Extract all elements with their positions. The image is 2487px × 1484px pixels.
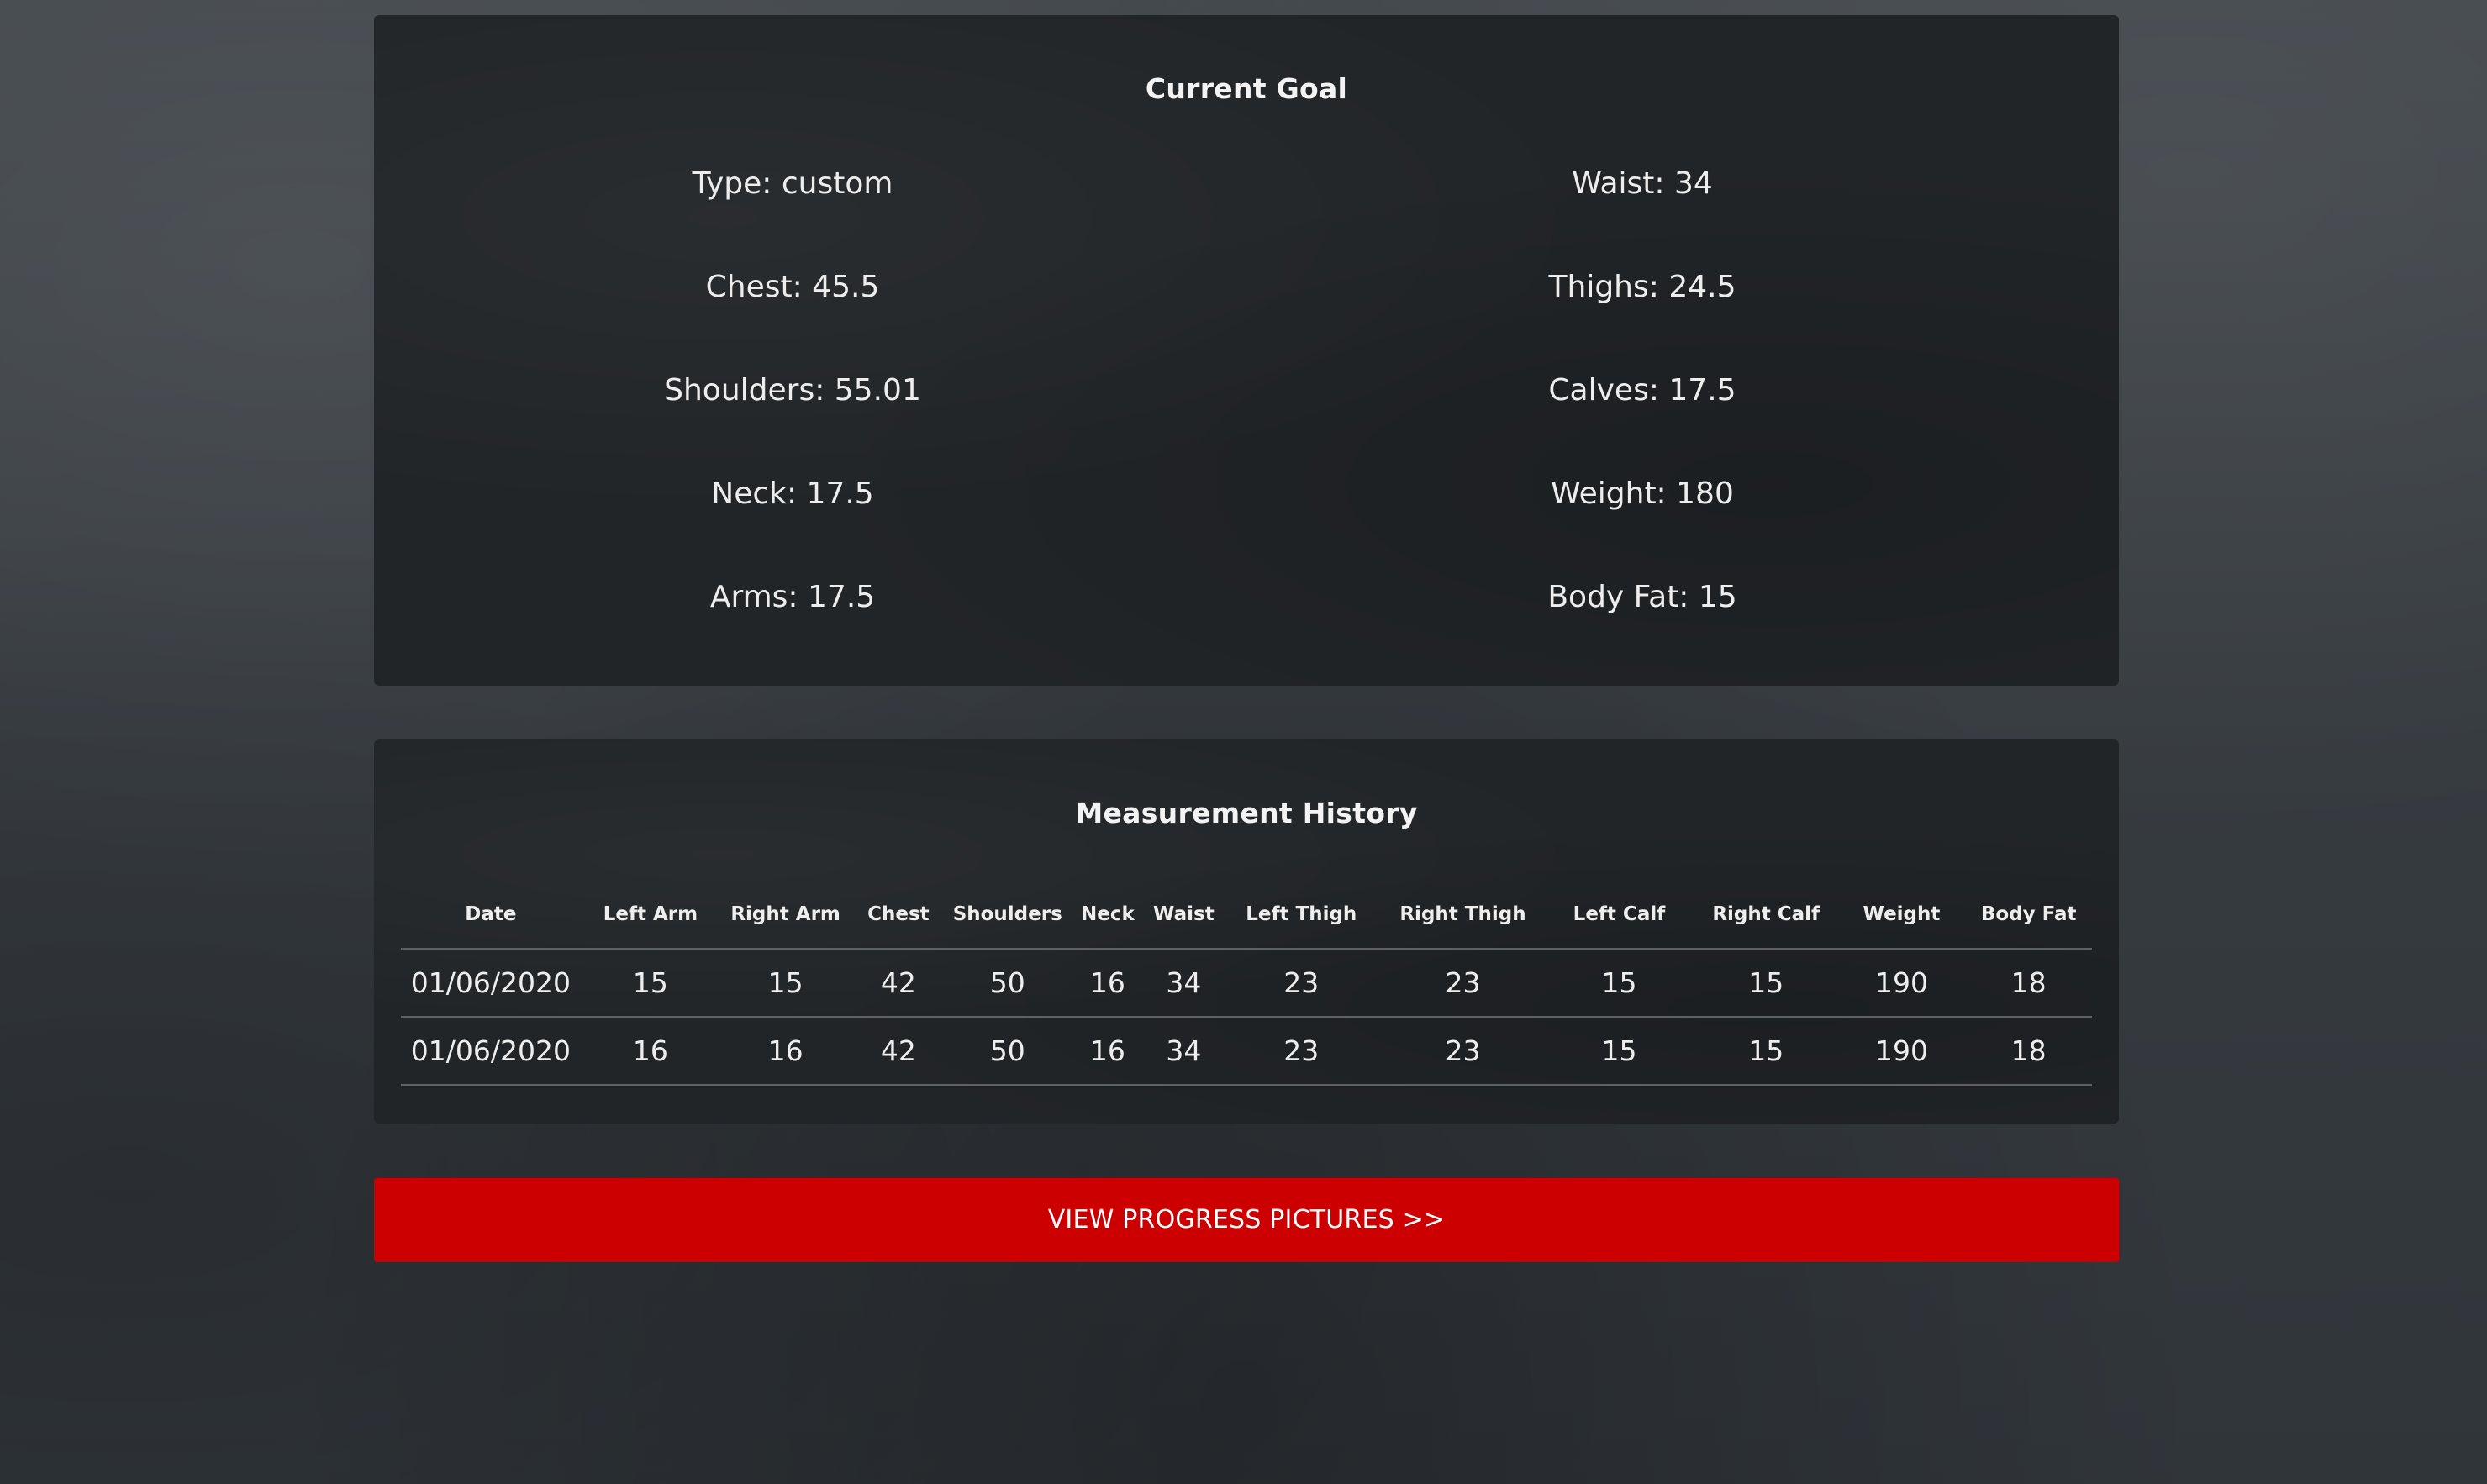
goal-shoulders: Shoulders: 55.01 [664,373,921,408]
column-header-left-calf: Left Calf [1544,881,1694,950]
cell-left-arm: 15 [580,949,721,1018]
column-header-date: Date [401,881,581,950]
table-header-row: Date Left Arm Right Arm Chest Shoulders … [401,881,2092,950]
goal-body-fat: Body Fat: 15 [1547,580,1737,614]
table-row: 01/06/2020 16 16 42 50 16 34 23 23 15 15… [401,1017,2092,1086]
cell-weight: 190 [1837,1017,1966,1086]
column-header-right-arm: Right Arm [720,881,851,950]
cell-right-arm: 15 [720,949,851,1018]
cell-left-calf: 15 [1544,1017,1694,1086]
cell-neck: 16 [1068,949,1146,1018]
column-header-body-fat: Body Fat [1965,881,2092,950]
goal-row: Neck: 17.5 Weight: 180 [374,476,2119,580]
cell-chest: 42 [851,1017,946,1086]
cell-date: 01/06/2020 [401,949,581,1018]
cell-left-arm: 16 [580,1017,721,1086]
column-header-shoulders: Shoulders [946,881,1069,950]
column-header-waist: Waist [1146,881,1221,950]
view-progress-pictures-button[interactable]: VIEW PROGRESS PICTURES >> [374,1178,2119,1262]
goal-arms: Arms: 17.5 [709,580,876,614]
goal-thighs: Thighs: 24.5 [1548,270,1736,304]
cell-body-fat: 18 [1965,949,2092,1018]
column-header-right-thigh: Right Thigh [1381,881,1545,950]
measurement-history-title: Measurement History [1075,797,1418,829]
goal-weight: Weight: 180 [1551,476,1734,511]
cell-date: 01/06/2020 [401,1017,581,1086]
column-header-left-thigh: Left Thigh [1220,881,1382,950]
cell-right-thigh: 23 [1381,949,1545,1018]
cell-right-arm: 16 [720,1017,851,1086]
column-header-chest: Chest [851,881,946,950]
goal-grid: Type: custom Waist: 34 Chest: 45.5 Thigh… [374,166,2119,683]
cell-left-calf: 15 [1544,949,1694,1018]
column-header-right-calf: Right Calf [1694,881,1838,950]
goal-row: Arms: 17.5 Body Fat: 15 [374,580,2119,683]
column-header-neck: Neck [1068,881,1146,950]
cell-weight: 190 [1837,949,1966,1018]
goal-calves: Calves: 17.5 [1548,373,1736,408]
cell-shoulders: 50 [946,1017,1069,1086]
column-header-left-arm: Left Arm [580,881,721,950]
column-header-weight: Weight [1837,881,1966,950]
cell-right-calf: 15 [1694,1017,1838,1086]
cell-right-calf: 15 [1694,949,1838,1018]
measurement-history-panel: Measurement History Date Left Arm Right … [374,739,2119,1124]
cell-body-fat: 18 [1965,1017,2092,1086]
goal-type: Type: custom [692,166,893,201]
cell-waist: 34 [1146,1017,1221,1086]
current-goal-panel: Current Goal Type: custom Waist: 34 Ches… [374,15,2119,686]
cell-shoulders: 50 [946,949,1069,1018]
cell-left-thigh: 23 [1220,1017,1382,1086]
cell-waist: 34 [1146,949,1221,1018]
goal-waist: Waist: 34 [1572,166,1713,201]
measurement-history-table: Date Left Arm Right Arm Chest Shoulders … [401,881,2092,1086]
goal-chest: Chest: 45.5 [705,270,880,304]
cell-left-thigh: 23 [1220,949,1382,1018]
table-row: 01/06/2020 15 15 42 50 16 34 23 23 15 15… [401,949,2092,1018]
current-goal-title: Current Goal [1145,72,1348,105]
cell-chest: 42 [851,949,946,1018]
cell-right-thigh: 23 [1381,1017,1545,1086]
cell-neck: 16 [1068,1017,1146,1086]
goal-row: Chest: 45.5 Thighs: 24.5 [374,270,2119,373]
goal-neck: Neck: 17.5 [711,476,874,511]
goal-row: Shoulders: 55.01 Calves: 17.5 [374,373,2119,476]
goal-row: Type: custom Waist: 34 [374,166,2119,270]
